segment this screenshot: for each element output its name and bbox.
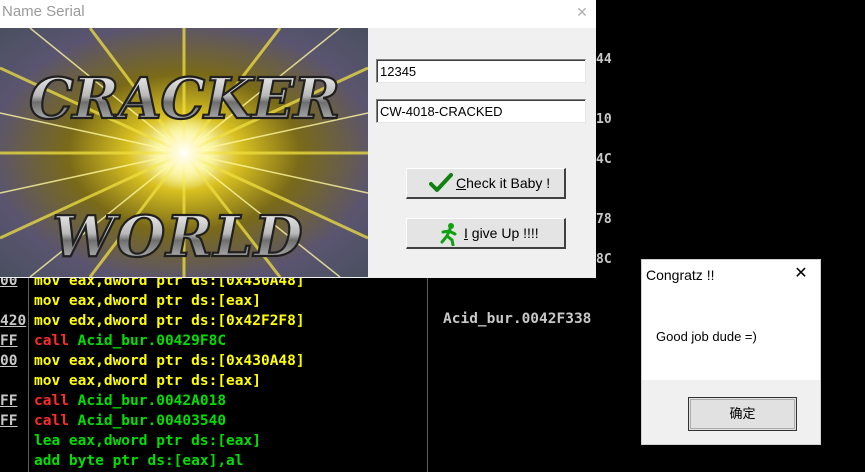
banner-image: CRACKER WORLD xyxy=(0,28,368,277)
give-up-label: I give Up !!!! xyxy=(464,225,539,241)
asm-instruction: mov edx,dword ptr ds:[0x42F2F8] xyxy=(34,313,305,329)
cracker-world-banner: CRACKER WORLD xyxy=(0,28,368,277)
asm-line[interactable]: add byte ptr ds:[eax],al xyxy=(0,451,430,471)
comment-text: Acid_bur.0042F338 xyxy=(443,311,592,327)
hex-value: 4C xyxy=(596,152,612,167)
asm-address: FF xyxy=(0,393,18,409)
hex-value: 8C xyxy=(596,252,612,267)
hex-column: 44 10 4C 78 8C xyxy=(596,0,636,280)
check-it-label: Check it Baby ! xyxy=(456,175,551,191)
name-input[interactable] xyxy=(376,59,586,83)
asm-line[interactable]: mov eax,dword ptr ds:[eax] xyxy=(0,371,430,391)
asm-address: FF xyxy=(0,333,18,349)
asm-line[interactable]: mov eax,dword ptr ds:[eax] xyxy=(0,291,430,311)
asm-instruction: call Acid_bur.00403540 xyxy=(34,413,227,429)
ok-button[interactable]: 确定 xyxy=(688,397,797,431)
asm-line[interactable]: FF call Acid_bur.00429F8C xyxy=(0,331,430,351)
window-title: Name Serial xyxy=(2,3,85,20)
give-up-button[interactable]: I give Up !!!! xyxy=(406,218,566,249)
title-bar[interactable]: Name Serial ✕ xyxy=(0,0,596,26)
asm-instruction: add byte ptr ds:[eax],al xyxy=(34,453,244,469)
asm-instruction: lea eax,dword ptr ds:[eax] xyxy=(34,433,261,449)
checkmark-icon xyxy=(429,173,453,192)
asm-instruction: call Acid_bur.0042A018 xyxy=(34,393,227,409)
banner-text-cracker: CRACKER xyxy=(29,66,339,132)
serial-input[interactable] xyxy=(376,99,586,123)
hex-value: 44 xyxy=(596,52,612,67)
asm-instruction: mov eax,dword ptr ds:[eax] xyxy=(34,373,261,389)
running-man-icon xyxy=(440,223,457,246)
congratz-dialog: Congratz !! ✕ Good job dude =) 确定 xyxy=(641,259,821,445)
asm-instruction: mov eax,dword ptr ds:[eax] xyxy=(34,293,261,309)
asm-address: 420 xyxy=(0,313,27,329)
crackme-window: Name Serial ✕ CRACKER WORLD 12345 CW-401… xyxy=(0,0,596,278)
hex-value: 10 xyxy=(596,112,612,127)
asm-line[interactable]: lea eax,dword ptr ds:[eax] xyxy=(0,431,430,451)
asm-instruction: call Acid_bur.00429F8C xyxy=(34,333,227,349)
dialog-message: Good job dude =) xyxy=(656,329,757,344)
asm-line[interactable]: 00 mov eax,dword ptr ds:[0x430A48] xyxy=(0,351,430,371)
asm-address: FF xyxy=(0,413,18,429)
asm-instruction: mov eax,dword ptr ds:[0x430A48] xyxy=(34,353,305,369)
asm-line[interactable]: FF call Acid_bur.00403540 xyxy=(0,411,430,431)
asm-address: 00 xyxy=(0,353,18,369)
disassembly-pane[interactable]: 00 mov eax,dword ptr ds:[0x430A48] mov eax… xyxy=(0,270,440,472)
dialog-title: Congratz !! xyxy=(646,267,715,283)
dialog-footer: 确定 xyxy=(642,380,820,444)
check-it-button[interactable]: Check it Baby ! xyxy=(406,168,566,199)
close-icon[interactable]: ✕ xyxy=(792,265,810,283)
asm-line[interactable]: 420 mov edx,dword ptr ds:[0x42F2F8] xyxy=(0,311,430,331)
asm-line[interactable]: FF call Acid_bur.0042A018 xyxy=(0,391,430,411)
banner-text-world: WORLD xyxy=(52,204,303,270)
close-icon[interactable]: ✕ xyxy=(571,1,593,23)
hex-value: 78 xyxy=(596,212,612,227)
